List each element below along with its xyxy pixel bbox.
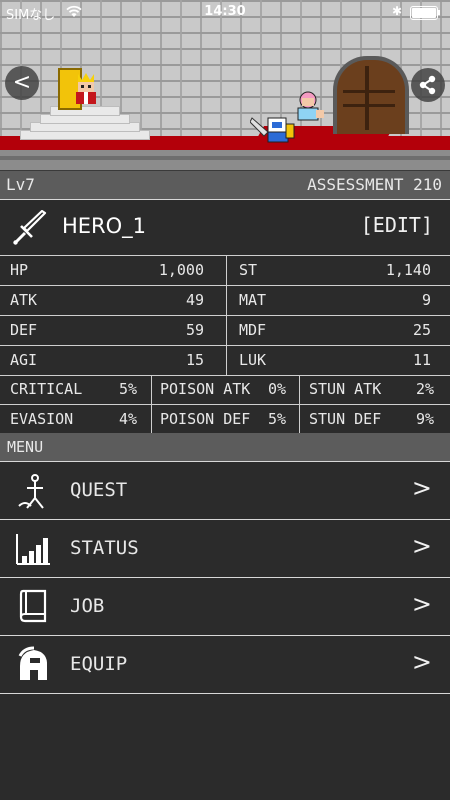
chevron-right-icon: > (411, 474, 432, 502)
stat-value-agi: 15 (185, 351, 204, 369)
menu-item-job[interactable]: JOB > (0, 578, 450, 636)
share-button[interactable] (411, 68, 445, 102)
level-bar: Lv7 ASSESSMENT 210 (0, 170, 450, 201)
status-bar: SIMなし 14:30 ✱ (0, 0, 450, 24)
book-icon (19, 589, 47, 623)
divider (151, 375, 152, 404)
menu-header-label: MENU (7, 438, 44, 456)
castle-scene: SIMなし 14:30 ✱ < (0, 0, 450, 170)
castle-floor (0, 150, 450, 170)
divider (226, 316, 227, 345)
stat-label-agi: AGI (10, 351, 38, 369)
stat-row: AGI 15 LUK 11 (0, 346, 450, 376)
stat-value-def: 59 (185, 321, 204, 339)
stat-value-mdf: 25 (412, 321, 431, 339)
stat-label-critical: CRITICAL (10, 380, 83, 398)
menu-item-status[interactable]: STATUS > (0, 520, 450, 578)
stat-value-st: 1,140 (385, 261, 431, 279)
stat-value-atk: 49 (185, 291, 204, 309)
share-icon (419, 75, 436, 95)
stat-label-mat: MAT (239, 291, 267, 309)
stat-value-hp: 1,000 (158, 261, 204, 279)
stat-value-stun-atk: 2% (415, 380, 434, 398)
primary-stats-table: HP 1,000 ST 1,140 ATK 49 MAT 9 DEF 59 MD… (0, 255, 450, 376)
stat-label-atk: ATK (10, 291, 38, 309)
stat-row: DEF 59 MDF 25 (0, 316, 450, 346)
helmet-icon (18, 646, 48, 680)
king-sprite (76, 73, 96, 104)
divider (299, 375, 300, 404)
stat-label-luk: LUK (239, 351, 267, 369)
hero-name: HERO_1 (62, 214, 147, 238)
stat-value-poison-atk: 0% (267, 380, 286, 398)
assessment-label: ASSESSMENT 210 (307, 175, 442, 194)
menu-label-job: JOB (70, 595, 105, 617)
stat-value-critical: 5% (118, 380, 137, 398)
level-label: Lv7 (6, 175, 35, 194)
divider (299, 405, 300, 434)
edit-button[interactable]: [EDIT] (361, 213, 433, 237)
stat-label-stun-atk: STUN ATK (309, 380, 382, 398)
divider (226, 346, 227, 375)
back-button[interactable]: < (5, 66, 39, 100)
menu-item-equip[interactable]: EQUIP > (0, 636, 450, 694)
hero-header: HERO_1 [EDIT] (0, 200, 450, 254)
menu-label-equip: EQUIP (70, 653, 128, 675)
princess-sprite (297, 91, 324, 121)
menu-label-quest: QUEST (70, 479, 128, 501)
stat-label-poison-def: POISON DEF (160, 410, 251, 428)
stat-label-mdf: MDF (239, 321, 267, 339)
quest-icon (18, 474, 44, 509)
chevron-right-icon: > (411, 590, 432, 618)
chevron-right-icon: > (411, 532, 432, 560)
status-bars-icon (16, 534, 50, 565)
stat-row: ATK 49 MAT 9 (0, 286, 450, 316)
menu-label-status: STATUS (70, 537, 139, 559)
stat-label-poison-atk: POISON ATK (160, 380, 251, 398)
sword-icon (13, 210, 47, 245)
menu-header: MENU (0, 433, 450, 462)
stat-value-mat: 9 (421, 291, 431, 309)
secondary-stats-table: CRITICAL 5% POISON ATK 0% STUN ATK 2% EV… (0, 375, 450, 435)
divider (226, 286, 227, 315)
battery-icon (410, 6, 440, 20)
stat-label-def: DEF (10, 321, 38, 339)
bluetooth-icon: ✱ (392, 4, 403, 18)
divider (226, 256, 227, 285)
stat-value-stun-def: 9% (415, 410, 434, 428)
stat-label-stun-def: STUN DEF (309, 410, 382, 428)
stat-row: HP 1,000 ST 1,140 (0, 256, 450, 286)
menu-item-quest[interactable]: QUEST > (0, 462, 450, 520)
stat-value-luk: 11 (412, 351, 431, 369)
stat-label-hp: HP (10, 261, 29, 279)
stat-value-evasion: 4% (118, 410, 137, 428)
stat-row: CRITICAL 5% POISON ATK 0% STUN ATK 2% (0, 375, 450, 405)
clock: 14:30 (204, 4, 246, 19)
castle-door (333, 56, 409, 134)
stat-row: EVASION 4% POISON DEF 5% STUN DEF 9% (0, 405, 450, 435)
divider (151, 405, 152, 434)
chevron-right-icon: > (411, 648, 432, 676)
stat-label-st: ST (239, 261, 258, 279)
stat-label-evasion: EVASION (10, 410, 74, 428)
stat-value-poison-def: 5% (267, 410, 286, 428)
